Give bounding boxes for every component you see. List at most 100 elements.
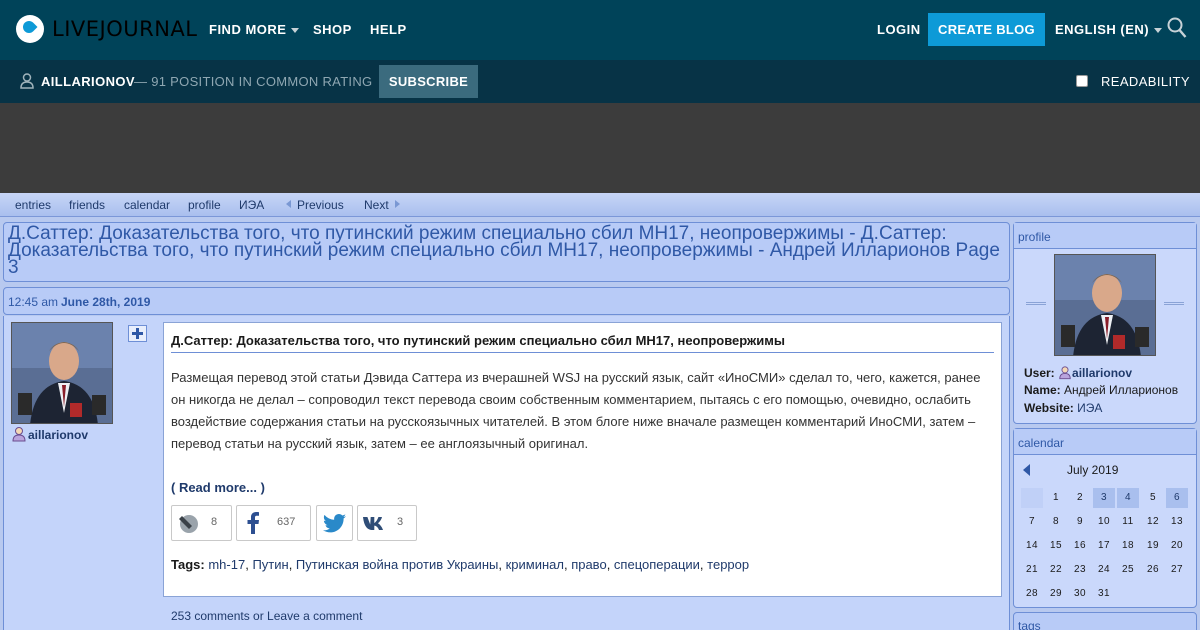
nav-previous[interactable]: Previous: [286, 198, 344, 212]
calendar-day: 13: [1170, 516, 1184, 527]
calendar-day: 1: [1052, 492, 1060, 503]
entry-tags: Tags: mh-17, Путин, Путинская война прот…: [171, 557, 750, 572]
sidebar-profile-title[interactable]: profile: [1018, 230, 1051, 244]
add-memory-button[interactable]: [128, 325, 147, 342]
livejournal-share-icon: [179, 515, 198, 533]
calendar-day: 22: [1049, 564, 1063, 575]
calendar-day[interactable]: 3: [1093, 488, 1115, 508]
divider: [1164, 302, 1184, 305]
sidebar-tags-title[interactable]: tags: [1018, 619, 1041, 630]
nav-help[interactable]: HELP: [370, 22, 407, 37]
nav-next[interactable]: Next: [364, 198, 400, 212]
subscribe-button[interactable]: SUBSCRIBE: [379, 65, 478, 98]
website-link[interactable]: ИЭА: [1077, 401, 1102, 415]
calendar-day: 11: [1122, 516, 1134, 527]
language-selector[interactable]: ENGLISH (EN): [1055, 22, 1163, 37]
nav-friends[interactable]: friends: [69, 198, 105, 212]
calendar-day: 30: [1073, 588, 1087, 599]
nav-iea[interactable]: ИЭА: [239, 198, 264, 212]
user-icon: [1059, 366, 1071, 380]
nav-profile[interactable]: profile: [188, 198, 221, 212]
calendar-month[interactable]: July 2019: [1067, 463, 1118, 477]
calendar-day: 29: [1049, 588, 1063, 599]
create-blog-button[interactable]: CREATE BLOG: [928, 13, 1045, 46]
sidebar-avatar[interactable]: [1054, 254, 1156, 356]
calendar-day: 23: [1073, 564, 1087, 575]
tag-link[interactable]: криминал: [506, 557, 564, 572]
calendar-day: 31: [1097, 588, 1111, 599]
tag-link[interactable]: спецоперации: [614, 557, 700, 572]
calendar-day: 9: [1076, 516, 1084, 527]
author-name[interactable]: aillarionov: [28, 428, 88, 442]
calendar-day: 12: [1146, 516, 1160, 527]
sidebar-name-row: Name: Андрей Илларионов: [1024, 383, 1178, 397]
facebook-icon: [247, 512, 259, 534]
calendar-day: 20: [1170, 540, 1184, 551]
plus-icon: [132, 328, 143, 339]
journal-nav-bar: [0, 193, 1200, 217]
entry-time: 12:45 am: [8, 295, 59, 309]
calendar-empty-cell: [1021, 488, 1043, 508]
entry-date-bar: [3, 287, 1010, 315]
entry-body: Размещая перевод этой статьи Дэвида Сатт…: [171, 370, 981, 451]
livejournal-logo[interactable]: LIVEJOURNAL: [16, 15, 198, 43]
calendar-day[interactable]: 6: [1166, 488, 1188, 508]
tag-link[interactable]: Путин: [252, 557, 288, 572]
tag-link[interactable]: террор: [707, 557, 749, 572]
arrow-right-icon: [394, 200, 400, 208]
entry-subject[interactable]: Д.Саттер: Доказательства того, что путин…: [171, 333, 994, 353]
tag-link[interactable]: право: [571, 557, 607, 572]
nav-calendar[interactable]: calendar: [124, 198, 170, 212]
nav-next-label: Next: [364, 198, 389, 212]
calendar-day: 18: [1121, 540, 1135, 551]
calendar-day[interactable]: 4: [1117, 488, 1139, 508]
language-label: ENGLISH (EN): [1055, 22, 1150, 37]
name-label: Name:: [1024, 383, 1061, 397]
read-more-link[interactable]: ( Read more... ): [171, 480, 265, 495]
nav-find-more[interactable]: FIND MORE: [209, 22, 300, 37]
rating-text: — 91 POSITION IN COMMON RATING: [134, 74, 373, 89]
calendar-day: 14: [1025, 540, 1039, 551]
comments-link[interactable]: 253 comments or Leave a comment: [171, 609, 362, 623]
search-icon[interactable]: [1167, 17, 1187, 39]
readability-checkbox[interactable]: [1076, 75, 1088, 87]
nav-shop[interactable]: SHOP: [313, 22, 352, 37]
calendar-day: 8: [1052, 516, 1060, 527]
login-link[interactable]: LOGIN: [877, 22, 921, 37]
entry-content-box: [163, 322, 1002, 597]
nav-previous-label: Previous: [297, 198, 344, 212]
user-value[interactable]: aillarionov: [1072, 366, 1132, 380]
divider: [1026, 302, 1046, 305]
calendar-day: 26: [1146, 564, 1160, 575]
sidebar-website-row: Website: ИЭА: [1024, 401, 1102, 415]
calendar-prev-icon[interactable]: [1023, 464, 1030, 476]
ad-banner-area: [0, 103, 1200, 193]
tags-label: Tags:: [171, 557, 205, 572]
calendar-day: 24: [1097, 564, 1111, 575]
arrow-left-icon: [286, 200, 291, 208]
calendar-day: 21: [1025, 564, 1039, 575]
user-icon: [20, 73, 34, 89]
avatar-photo: [12, 323, 112, 423]
vk-icon: [363, 517, 383, 530]
user-label: User:: [1024, 366, 1055, 380]
nav-entries[interactable]: entries: [15, 198, 51, 212]
tag-link[interactable]: Путинская война против Украины: [296, 557, 498, 572]
calendar-day: 28: [1025, 588, 1039, 599]
calendar-day: 2: [1076, 492, 1084, 503]
calendar-day: 25: [1121, 564, 1135, 575]
share-livejournal-count: 8: [211, 516, 218, 528]
journal-username[interactable]: AILLARIONOV: [41, 74, 135, 89]
author-avatar[interactable]: [11, 322, 113, 424]
readability-label[interactable]: READABILITY: [1101, 74, 1190, 89]
calendar-day: 7: [1028, 516, 1036, 527]
user-icon: [12, 427, 26, 442]
entry-date[interactable]: June 28th, 2019: [61, 295, 150, 309]
calendar-day: 17: [1097, 540, 1111, 551]
calendar-day: 19: [1146, 540, 1160, 551]
avatar-photo: [1055, 255, 1155, 355]
website-label: Website:: [1024, 401, 1074, 415]
logo-text: LIVEJOURNAL: [52, 17, 198, 41]
tag-link[interactable]: mh-17: [208, 557, 245, 572]
sidebar-calendar-title[interactable]: calendar: [1018, 436, 1064, 450]
